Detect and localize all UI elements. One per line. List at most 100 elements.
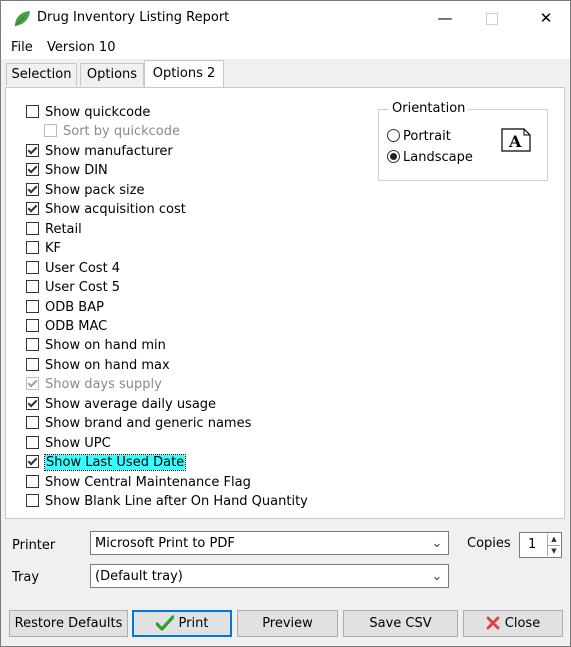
option-odb-bap[interactable]: ODB BAP: [26, 300, 104, 318]
checkbox-label: Show average daily usage: [45, 397, 217, 412]
copies-stepper[interactable]: 1 ▲ ▼: [519, 532, 562, 558]
checkbox-label: Show brand and generic names: [45, 416, 252, 431]
close-window-button[interactable]: ✕: [523, 1, 569, 35]
checkbox[interactable]: [26, 436, 39, 449]
checkbox[interactable]: [26, 222, 39, 235]
option-retail[interactable]: Retail: [26, 222, 82, 240]
checkbox[interactable]: [26, 300, 39, 313]
tab-selection[interactable]: Selection: [6, 63, 77, 86]
printer-label: Printer: [12, 538, 56, 553]
option-show-upc[interactable]: Show UPC: [26, 436, 111, 454]
chevron-down-icon: ⌄: [431, 536, 443, 551]
report-window: Drug Inventory Listing Report — ✕ File V…: [0, 0, 571, 647]
checkbox[interactable]: [26, 416, 39, 429]
checkbox[interactable]: [26, 163, 39, 176]
spin-down-icon[interactable]: ▼: [548, 546, 560, 557]
checkbox: [44, 124, 57, 137]
landscape-label: Landscape: [403, 150, 473, 165]
checkbox-label: Show pack size: [45, 183, 145, 198]
checkbox[interactable]: [26, 475, 39, 488]
print-label: Print: [178, 616, 209, 631]
option-show-quickcode[interactable]: Show quickcode: [26, 105, 150, 123]
checkbox-label: Show manufacturer: [45, 144, 173, 159]
tab-options[interactable]: Options: [80, 63, 144, 86]
landscape-radio[interactable]: [387, 150, 400, 163]
menu-bar: File Version 10: [1, 35, 570, 59]
checkmark-icon: [154, 614, 175, 631]
close-button[interactable]: Close: [463, 610, 563, 637]
print-button[interactable]: Print: [132, 610, 232, 637]
checkbox-label: Show Blank Line after On Hand Quantity: [45, 494, 308, 509]
preview-label: Preview: [262, 616, 313, 631]
checkbox[interactable]: [26, 144, 39, 157]
checkbox[interactable]: [26, 455, 39, 468]
checkbox[interactable]: [26, 241, 39, 254]
checkbox-label: User Cost 4: [45, 261, 121, 276]
window-title: Drug Inventory Listing Report: [37, 10, 230, 25]
checkbox-label: Show Central Maintenance Flag: [45, 475, 251, 490]
orientation-legend: Orientation: [389, 101, 469, 116]
portrait-radio[interactable]: [387, 129, 400, 142]
portrait-label: Portrait: [403, 129, 451, 144]
checkbox-label: KF: [45, 241, 62, 256]
checkbox-label: Show quickcode: [45, 105, 151, 120]
tray-value: (Default tray): [95, 569, 183, 584]
checkbox: [26, 377, 39, 390]
checkbox[interactable]: [26, 105, 39, 118]
option-show-last-used-date[interactable]: Show Last Used Date: [26, 454, 187, 473]
printer-select[interactable]: Microsoft Print to PDF ⌄: [90, 531, 449, 555]
checkbox-label: ODB BAP: [45, 300, 104, 315]
landscape-radio-option[interactable]: Landscape: [387, 150, 473, 165]
option-show-on-hand-max[interactable]: Show on hand max: [26, 358, 170, 376]
checkbox[interactable]: [26, 338, 39, 351]
checkbox[interactable]: [26, 358, 39, 371]
copies-label: Copies: [467, 536, 511, 551]
checkbox[interactable]: [26, 202, 39, 215]
option-show-central-maintenance-flag[interactable]: Show Central Maintenance Flag: [26, 475, 251, 493]
restore-defaults-button[interactable]: Restore Defaults: [9, 610, 128, 637]
save-csv-button[interactable]: Save CSV: [343, 610, 458, 637]
option-show-blank-line-after-on-hand-quantity[interactable]: Show Blank Line after On Hand Quantity: [26, 494, 308, 512]
checkbox-label: Show Last Used Date: [43, 454, 187, 471]
maximize-button[interactable]: [469, 1, 515, 35]
portrait-radio-option[interactable]: Portrait: [387, 129, 451, 144]
checkbox-label: Show acquisition cost: [45, 202, 186, 217]
save-csv-label: Save CSV: [369, 616, 432, 631]
title-bar: Drug Inventory Listing Report — ✕: [1, 1, 570, 35]
close-x-icon: [486, 616, 500, 629]
tray-label: Tray: [12, 570, 40, 585]
options-2-panel: Show quickcode Sort by quickcode Show manu…: [5, 87, 565, 519]
checkbox[interactable]: [26, 183, 39, 196]
tab-options-2[interactable]: Options 2: [144, 60, 224, 87]
maximize-icon: [486, 12, 498, 25]
option-show-average-daily-usage[interactable]: Show average daily usage: [26, 397, 216, 415]
checkbox[interactable]: [26, 319, 39, 332]
copies-spin-buttons: ▲ ▼: [547, 534, 560, 556]
option-show-on-hand-min[interactable]: Show on hand min: [26, 338, 166, 356]
close-label: Close: [504, 616, 541, 631]
spin-up-icon[interactable]: ▲: [548, 534, 560, 546]
option-show-manufacturer[interactable]: Show manufacturer: [26, 144, 173, 162]
checkbox[interactable]: [26, 494, 39, 507]
printer-value: Microsoft Print to PDF: [95, 536, 235, 551]
copies-value: 1: [528, 537, 537, 552]
checkbox[interactable]: [26, 261, 39, 274]
menu-file[interactable]: File: [11, 40, 33, 55]
tray-select[interactable]: (Default tray) ⌄: [90, 564, 449, 588]
checkbox-label: Retail: [45, 222, 82, 237]
menu-version[interactable]: Version 10: [47, 40, 115, 55]
option-user-cost-4[interactable]: User Cost 4: [26, 261, 120, 279]
preview-button[interactable]: Preview: [237, 610, 338, 637]
checkbox-label: Show days supply: [45, 377, 162, 392]
option-show-din[interactable]: Show DIN: [26, 163, 108, 181]
option-show-brand-and-generic-names[interactable]: Show brand and generic names: [26, 416, 251, 434]
option-odb-mac[interactable]: ODB MAC: [26, 319, 107, 337]
minimize-button[interactable]: —: [422, 1, 468, 35]
checkbox[interactable]: [26, 397, 39, 410]
checkbox[interactable]: [26, 280, 39, 293]
option-kf[interactable]: KF: [26, 241, 61, 259]
option-user-cost-5[interactable]: User Cost 5: [26, 280, 120, 298]
option-show-acquisition-cost[interactable]: Show acquisition cost: [26, 202, 186, 220]
option-show-pack-size[interactable]: Show pack size: [26, 183, 144, 201]
checkbox-label: Show on hand min: [45, 338, 166, 353]
